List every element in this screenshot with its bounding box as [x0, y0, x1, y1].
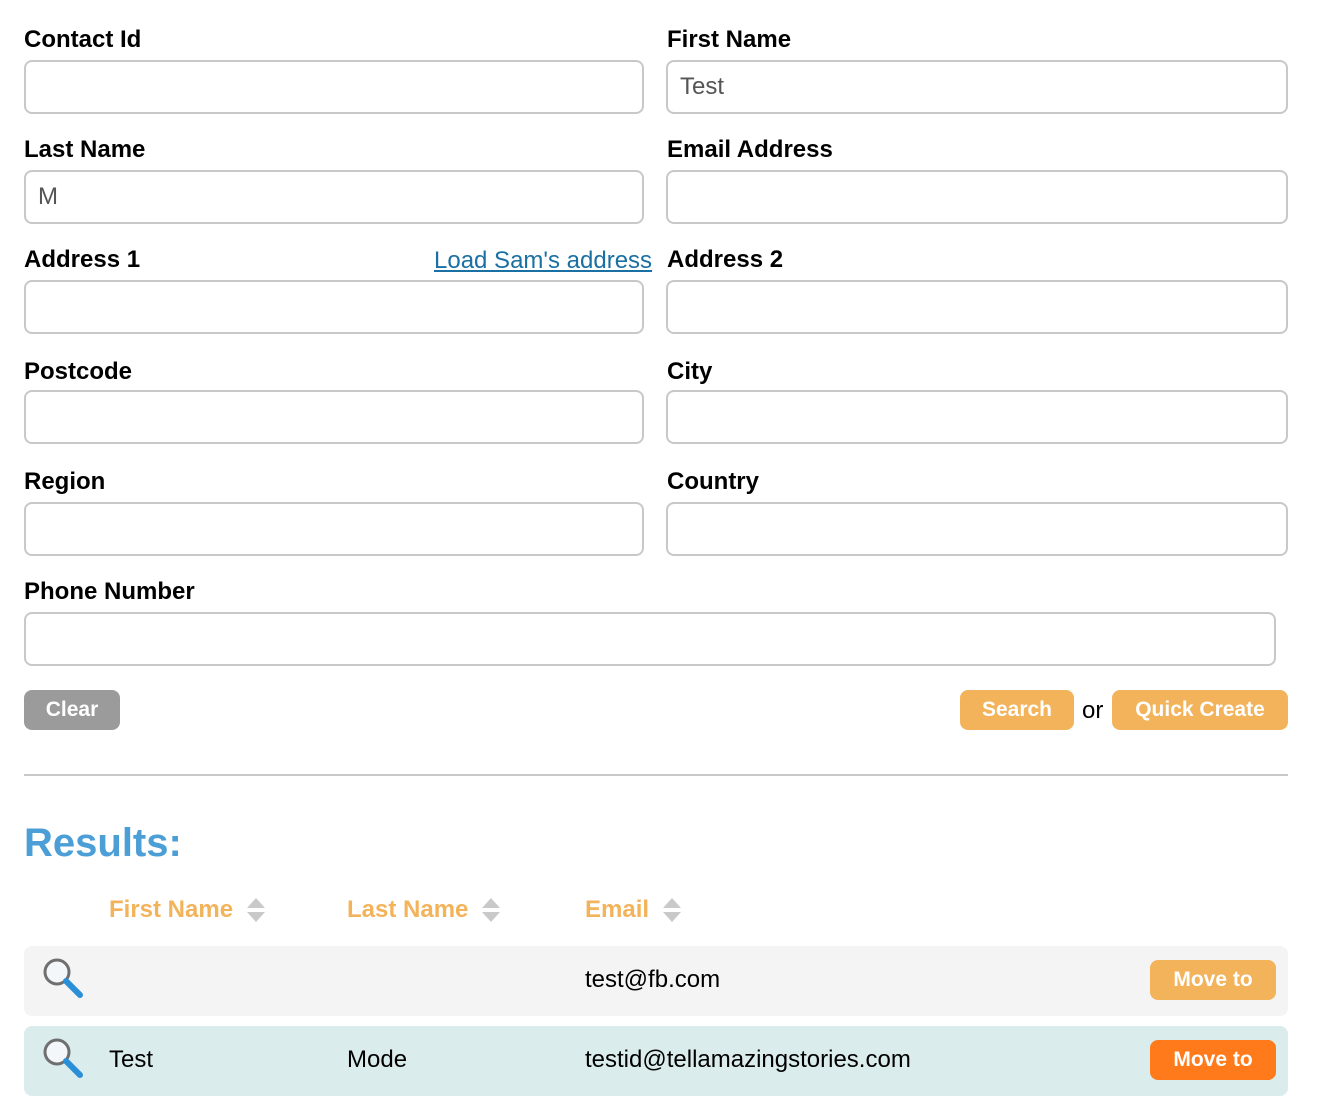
search-button[interactable]: Search: [960, 690, 1074, 730]
column-header-label: First Name: [109, 896, 234, 923]
phone-label: Phone Number: [24, 578, 195, 605]
table-row: test@fb.com Move to: [24, 946, 1288, 1016]
column-header-email[interactable]: Email: [585, 895, 682, 925]
address1-input[interactable]: [24, 280, 644, 334]
column-header-first-name[interactable]: First Name: [109, 895, 266, 925]
postcode-input[interactable]: [24, 390, 644, 444]
region-input[interactable]: [24, 502, 644, 556]
city-input[interactable]: [666, 390, 1288, 444]
clear-button[interactable]: Clear: [24, 690, 120, 730]
quick-create-button[interactable]: Quick Create: [1112, 690, 1288, 730]
last-name-input[interactable]: [24, 170, 644, 224]
move-to-button[interactable]: Move to: [1150, 1040, 1276, 1080]
country-label: Country: [667, 468, 759, 495]
sort-arrows-icon[interactable]: [247, 897, 266, 923]
address1-label: Address 1: [24, 246, 141, 273]
last-name-label: Last Name: [24, 136, 146, 163]
sort-arrows-icon[interactable]: [482, 897, 501, 923]
magnifier-icon[interactable]: [40, 956, 86, 1002]
sort-arrows-icon[interactable]: [663, 897, 682, 923]
country-input[interactable]: [666, 502, 1288, 556]
postcode-label: Postcode: [24, 358, 133, 385]
column-header-last-name[interactable]: Last Name: [347, 895, 501, 925]
region-label: Region: [24, 468, 106, 495]
email-label: Email Address: [667, 136, 833, 163]
contact-id-label: Contact Id: [24, 26, 142, 53]
divider: [24, 774, 1288, 776]
address2-input[interactable]: [666, 280, 1288, 334]
address2-label: Address 2: [667, 246, 784, 273]
email-input[interactable]: [666, 170, 1288, 224]
city-label: City: [667, 358, 713, 385]
phone-input[interactable]: [24, 612, 1276, 666]
cell-email: test@fb.com: [585, 966, 721, 993]
magnifier-icon[interactable]: [40, 1036, 86, 1082]
load-sams-address-link[interactable]: Load Sam's address: [434, 247, 652, 275]
table-row: Test Mode testid@tellamazingstories.com …: [24, 1026, 1288, 1096]
first-name-label: First Name: [667, 26, 792, 53]
cell-email: testid@tellamazingstories.com: [585, 1046, 911, 1073]
first-name-input[interactable]: [666, 60, 1288, 114]
results-title: Results:: [24, 821, 182, 865]
contact-id-input[interactable]: [24, 60, 644, 114]
cell-first-name: Test: [109, 1046, 154, 1073]
move-to-button[interactable]: Move to: [1150, 960, 1276, 1000]
or-text: or: [1082, 697, 1104, 724]
column-header-label: Last Name: [347, 896, 469, 923]
cell-last-name: Mode: [347, 1046, 408, 1073]
column-header-label: Email: [585, 896, 650, 923]
